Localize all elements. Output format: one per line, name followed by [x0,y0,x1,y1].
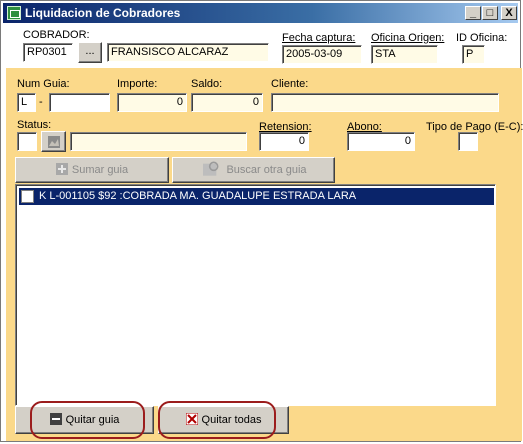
maximize-button[interactable]: □ [482,6,498,20]
status-field[interactable] [17,132,37,151]
id-oficina-field[interactable]: P [462,45,485,64]
saldo-label: Saldo: [191,78,223,90]
list-item-checkbox[interactable] [21,190,34,203]
title-bar[interactable]: Liquidacion de Cobradores _ □ X [3,3,518,23]
cobrador-header: COBRADOR: RP0301 ... FRANSISCO ALCARAZ F… [6,25,516,67]
guias-list[interactable]: K L-001105 $92 :COBRADA MA. GUADALUPE ES… [15,184,496,406]
status-label: Status: [17,119,52,131]
tipo-pago-field[interactable] [458,132,478,151]
importe-field[interactable]: 0 [117,93,187,112]
importe-label: Importe: [117,78,158,90]
oficina-origen-field[interactable]: STA [371,45,438,64]
fecha-captura-label: Fecha captura: [282,32,356,44]
status-description-field[interactable] [70,132,247,151]
buscar-otra-guia-button[interactable]: Buscar otra guia [172,157,335,183]
list-item[interactable]: K L-001105 $92 :COBRADA MA. GUADALUPE ES… [19,188,494,205]
search-icon [203,161,219,176]
num-guia-prefix-field[interactable]: L [17,93,36,112]
window-title: Liquidacion de Cobradores [25,6,181,20]
saldo-field[interactable]: 0 [191,93,263,112]
close-button[interactable]: X [501,6,517,20]
cobrador-code-field[interactable]: RP0301 [23,43,73,62]
retension-field[interactable]: 0 [259,132,309,151]
id-oficina-label: ID Oficina: [456,32,508,44]
oficina-origen-label: Oficina Origen: [371,32,445,44]
abono-field[interactable]: 0 [347,132,415,151]
cliente-label: Cliente: [271,78,309,90]
highlight-oval-quitar-guia [30,401,145,439]
main-window: Liquidacion de Cobradores _ □ X COBRADOR… [0,0,523,442]
app-icon [7,6,21,20]
minimize-button[interactable]: _ [465,6,481,20]
cliente-field[interactable] [271,93,499,112]
num-guia-field[interactable] [49,93,110,112]
num-guia-dash: - [39,96,43,108]
sumar-guia-label: Sumar guia [71,164,129,176]
list-item-text: K L-001105 $92 :COBRADA MA. GUADALUPE ES… [39,190,357,202]
highlight-oval-quitar-todas [158,401,276,439]
status-lookup-button[interactable] [41,131,66,152]
cobrador-lookup-button[interactable]: ... [78,42,102,63]
buscar-otra-guia-label: Buscar otra guia [226,164,307,176]
cobrador-name-field[interactable]: FRANSISCO ALCARAZ [107,43,269,62]
cobrador-label: COBRADOR: [23,29,90,41]
num-guia-label: Num Guia: [17,78,70,90]
image-icon [47,136,60,148]
plus-icon [55,163,68,175]
fecha-captura-field[interactable]: 2005-03-09 [282,45,362,64]
sumar-guia-button[interactable]: Sumar guia [15,157,169,183]
